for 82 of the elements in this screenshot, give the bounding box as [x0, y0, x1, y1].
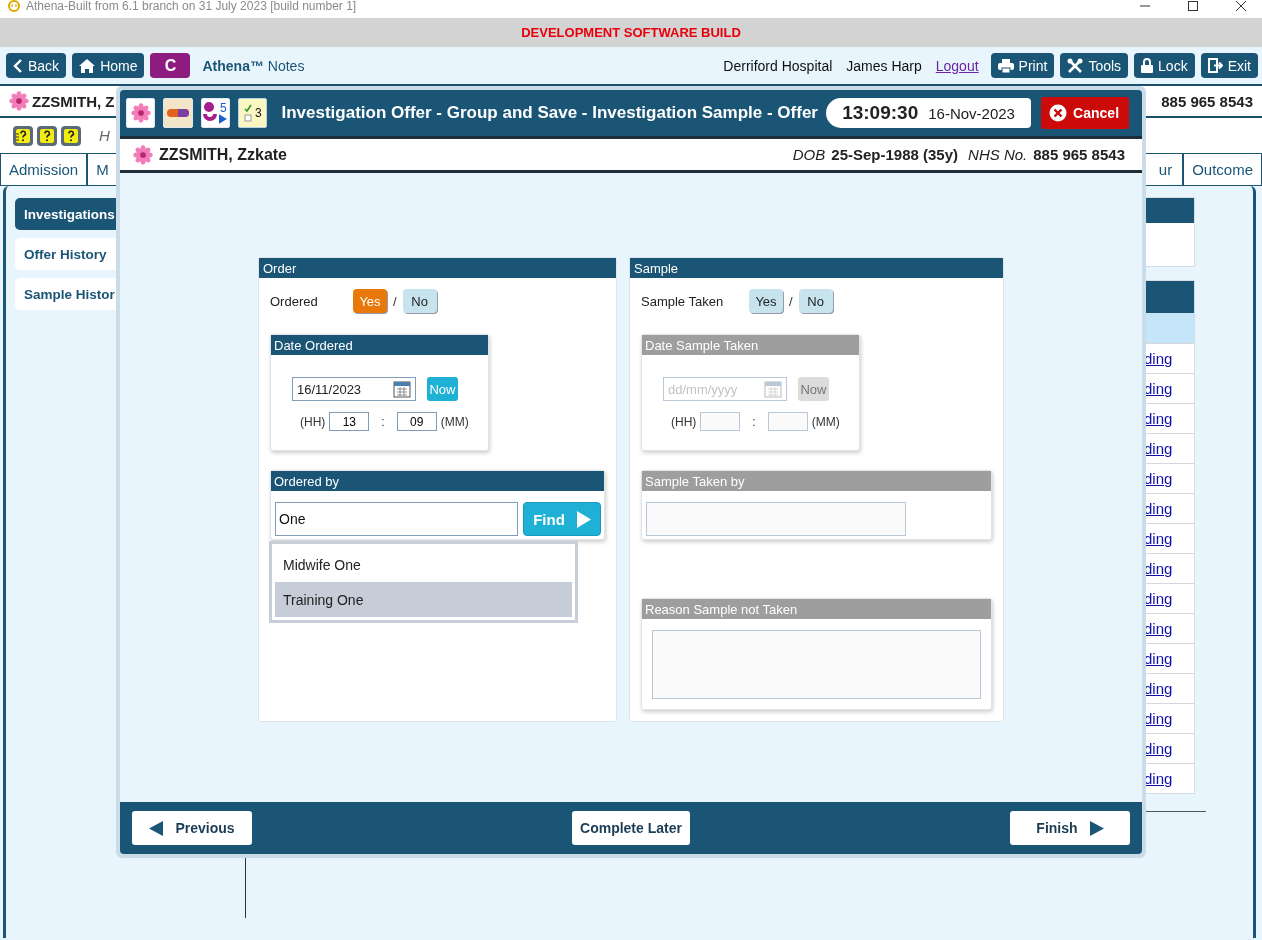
- maximize-icon[interactable]: [1188, 1, 1198, 11]
- option-button[interactable]: Yes: [749, 289, 783, 313]
- logout-link[interactable]: Logout: [935, 57, 979, 74]
- question-label: Ordered: [270, 293, 319, 309]
- app-logo-icon: [8, 0, 20, 12]
- back-button[interactable]: Back: [6, 53, 67, 78]
- hospital-name: Derriford Hospital: [723, 57, 833, 74]
- dob-value: 25-Sep-1988 (35y): [831, 146, 959, 163]
- hours-field[interactable]: 13: [329, 412, 370, 431]
- patient-name: ZZSMITH, Zzkate: [159, 145, 287, 164]
- print-button[interactable]: Print: [990, 53, 1055, 78]
- separator-text: /: [393, 293, 397, 309]
- dob-label: DOB: [792, 146, 826, 163]
- development-banner: DEVELOPMENT SOFTWARE BUILD: [0, 18, 1262, 47]
- note-text: H: [99, 127, 110, 144]
- suggestion-item[interactable]: Training One: [275, 582, 572, 617]
- help-icon: [13, 125, 33, 146]
- option-button[interactable]: No: [402, 289, 437, 313]
- separator-text: /: [789, 293, 793, 309]
- help-icon: [61, 125, 81, 146]
- panel-title: Reason Sample not Taken: [642, 599, 991, 619]
- panel-title: Ordered by: [271, 471, 604, 491]
- flower-icon: [133, 144, 153, 165]
- option-button[interactable]: No: [798, 289, 833, 313]
- tools-button[interactable]: Tools: [1060, 53, 1129, 78]
- exit-icon: [1207, 58, 1223, 73]
- minutes-field[interactable]: 09: [396, 412, 437, 431]
- section-title: Sample: [630, 258, 1003, 278]
- hours-label: (HH): [671, 414, 697, 429]
- separator-text: :: [752, 414, 756, 429]
- notes-button[interactable]: 3: [238, 98, 268, 128]
- panel-title: Date Sample Taken: [642, 335, 859, 355]
- capsule-icon: [166, 107, 191, 119]
- dialog-title: Investigation Offer - Group and Save - Investigation Sample - Offer: [281, 103, 818, 123]
- app-name: Athena™ Notes: [202, 57, 305, 74]
- suggestion-item[interactable]: Midwife One: [275, 547, 572, 582]
- home-button[interactable]: Home: [72, 53, 145, 78]
- person-button[interactable]: 5: [200, 98, 231, 128]
- minutes-label: (MM): [811, 414, 840, 429]
- user-name: James Harp: [846, 57, 922, 74]
- nhs-number: 885 965 8543: [1161, 92, 1253, 110]
- minutes-label: (MM): [440, 414, 469, 429]
- question-label: Sample Taken: [641, 293, 725, 309]
- help-icon: [37, 125, 57, 146]
- section-title: Order: [259, 258, 616, 278]
- clock-display: 13:09:30 16-Nov-2023: [825, 98, 1032, 128]
- lock-icon: [1141, 58, 1154, 73]
- medication-button[interactable]: [163, 98, 193, 128]
- flower-icon: [9, 91, 29, 111]
- patient-name: ZZSMITH, Z: [32, 92, 115, 110]
- exit-button[interactable]: Exit: [1200, 53, 1258, 78]
- calendar-icon: [393, 380, 411, 398]
- ordered-by-field[interactable]: One: [275, 502, 518, 536]
- app-title: Athena-Built from 6.1 branch on 31 July 2023 [build number 1]: [26, 0, 357, 13]
- flower-icon: [130, 103, 151, 123]
- nhs-number: 885 965 8543: [1033, 146, 1125, 163]
- close-icon[interactable]: [1236, 1, 1246, 11]
- complete-later-button[interactable]: Complete Later: [572, 811, 690, 845]
- letter-button[interactable]: C: [150, 53, 191, 78]
- forward-arrow-icon: [1089, 820, 1104, 836]
- panel-title: Date Ordered: [271, 335, 488, 355]
- play-icon: [576, 510, 591, 528]
- tab[interactable]: Outcome: [1183, 153, 1262, 185]
- printer-icon: [997, 58, 1014, 73]
- cancel-icon: [1049, 104, 1068, 122]
- tab[interactable]: Admission: [0, 153, 88, 185]
- back-arrow-icon: [149, 820, 164, 836]
- flower-button[interactable]: [126, 98, 156, 128]
- checklist-icon: [243, 103, 252, 123]
- play-icon: [219, 114, 228, 124]
- chevron-left-icon: [13, 58, 23, 73]
- nhs-label: NHS No.: [968, 146, 1028, 163]
- separator-text: :: [381, 414, 385, 429]
- finish-button[interactable]: Finish: [1010, 811, 1130, 845]
- hours-label: (HH): [300, 414, 326, 429]
- tools-icon: [1067, 57, 1084, 74]
- lock-button[interactable]: Lock: [1134, 53, 1195, 78]
- previous-button[interactable]: Previous: [132, 811, 252, 845]
- calendar-icon: [764, 380, 782, 398]
- home-icon: [79, 58, 96, 73]
- panel-title: Sample Taken by: [642, 471, 991, 491]
- cancel-button[interactable]: Cancel: [1041, 97, 1130, 129]
